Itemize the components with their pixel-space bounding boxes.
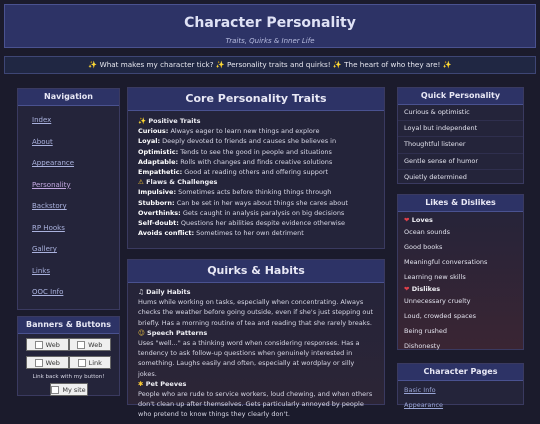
page-link-basic-info[interactable]: Basic Info (398, 383, 523, 398)
core-traits-panel: Core Personality Traits ✨ Positive Trait… (127, 87, 385, 249)
broken-image-icon (51, 385, 60, 394)
site-header: Character Personality Traits, Quirks & I… (4, 4, 536, 48)
speech-patterns-heading: ☺ Speech Patterns (138, 328, 208, 337)
list-item: Being rushed (404, 327, 447, 335)
character-pages-panel: Character Pages Basic Info Appearance (397, 363, 524, 409)
likes-dislikes-panel: Likes & Dislikes ❤ Loves Ocean sounds Go… (397, 194, 524, 350)
trait-item: Optimistic: Tends to see the good in peo… (138, 147, 332, 156)
broken-heart-icon: ❤ (404, 285, 410, 293)
trait-item: Curious: Always eager to learn new thing… (138, 127, 320, 136)
list-item: Dishonesty (404, 342, 441, 350)
list-item: Unnecessary cruelty (404, 297, 471, 305)
nav-link-about[interactable]: About (24, 132, 113, 154)
sparkle-icon: ✨ (138, 117, 147, 125)
page-title: Character Personality (184, 15, 356, 31)
nav-link-personality[interactable]: Personality (24, 175, 113, 197)
likes-dislikes-title: Likes & Dislikes (398, 195, 523, 212)
nav-link-gallery[interactable]: Gallery (24, 239, 113, 261)
quirks-title: Quirks & Habits (128, 260, 384, 283)
quirks-panel: Quirks & Habits ♫ Daily Habits Hums whil… (127, 259, 385, 418)
my-site-button[interactable]: My site (49, 383, 88, 396)
speech-patterns-text: Uses "well..." as a thinking word when c… (138, 339, 360, 378)
trait-item: Loyal: Deeply devoted to friends and cau… (138, 137, 337, 146)
list-item: Ocean sounds (404, 228, 450, 236)
character-pages-title: Character Pages (398, 364, 523, 381)
positive-traits-heading: ✨ Positive Traits (138, 117, 201, 125)
nav-link-links[interactable]: Links (24, 261, 113, 283)
broken-image-icon (34, 340, 43, 349)
heart-icon: ❤ (404, 216, 410, 224)
daily-habits-text: Hums while working on tasks, especially … (138, 298, 374, 327)
trait-item: Empathetic: Good at reading others and o… (138, 168, 329, 177)
list-item: Loyal but independent (398, 121, 523, 138)
pet-peeves-heading: ✱ Pet Peeves (138, 379, 187, 388)
broken-image-icon (77, 340, 86, 349)
quick-personality-panel: Quick Personality Curious & optimistic L… (397, 87, 524, 184)
nav-link-rp-hooks[interactable]: RP Hooks (24, 218, 113, 240)
flaw-item: Stubborn: Can be set in her ways about t… (138, 198, 348, 207)
quick-personality-title: Quick Personality (398, 88, 523, 105)
flaw-item: Overthinks: Gets caught in analysis para… (138, 208, 345, 217)
navigation-panel: Navigation Index About Appearance Person… (17, 88, 120, 310)
nav-list: Index About Appearance Personality Backs… (18, 106, 119, 308)
web-button-2[interactable]: Web (68, 338, 111, 351)
page-subtitle: Traits, Quirks & Inner Life (225, 37, 315, 45)
broken-image-icon (34, 358, 43, 367)
banners-title: Banners & Buttons (18, 317, 119, 334)
paw-icon: ✱ (138, 379, 144, 388)
pet-peeves-text: People who are rude to service workers, … (138, 390, 373, 419)
daily-habits-heading: ♫ Daily Habits (138, 288, 191, 296)
page-link-appearance[interactable]: Appearance (398, 398, 523, 413)
nav-link-appearance[interactable]: Appearance (24, 153, 113, 175)
list-item: Quietly determined (404, 172, 467, 181)
list-item: Meaningful conversations (404, 258, 488, 266)
core-traits-title: Core Personality Traits (128, 88, 384, 111)
flaw-item: Impulsive: Sometimes acts before thinkin… (138, 188, 332, 197)
list-item: Gentle sense of humor (398, 154, 523, 170)
list-item: Curious & optimistic (398, 105, 523, 122)
nav-link-backstory[interactable]: Backstory (24, 196, 113, 218)
list-item: Thoughtful listener (398, 137, 523, 154)
broken-image-icon (77, 358, 86, 367)
loves-heading: ❤ Loves (404, 216, 433, 224)
nav-link-ooc-info[interactable]: OOC Info (24, 282, 113, 304)
navigation-title: Navigation (18, 89, 119, 106)
marquee-banner: ✨ What makes my character tick? ✨ Person… (4, 56, 536, 74)
music-note-icon: ♫ (138, 288, 144, 296)
dislikes-heading: ❤ Dislikes (404, 285, 441, 293)
link-button[interactable]: Link (68, 356, 111, 369)
trait-item: Adaptable: Rolls with changes and finds … (138, 157, 333, 166)
flaw-item: Self-doubt: Questions her abilities desp… (138, 219, 346, 228)
list-item: Learning new skills (404, 273, 466, 281)
web-button-3[interactable]: Web (26, 356, 69, 369)
list-item: Good books (404, 243, 443, 251)
list-item: Loud, crowded spaces (404, 312, 477, 320)
flaws-heading: ⚠ Flaws & Challenges (138, 178, 218, 187)
smile-icon: ☺ (138, 328, 145, 337)
flaw-item: Avoids conflict: Sometimes to her own de… (138, 229, 304, 238)
link-back-text: Link back with my button! (32, 374, 105, 380)
warning-icon: ⚠ (138, 178, 144, 187)
banners-panel: Banners & Buttons Web Web Web Link Link … (17, 316, 120, 396)
nav-link-index[interactable]: Index (24, 110, 113, 132)
web-button-1[interactable]: Web (26, 338, 69, 351)
